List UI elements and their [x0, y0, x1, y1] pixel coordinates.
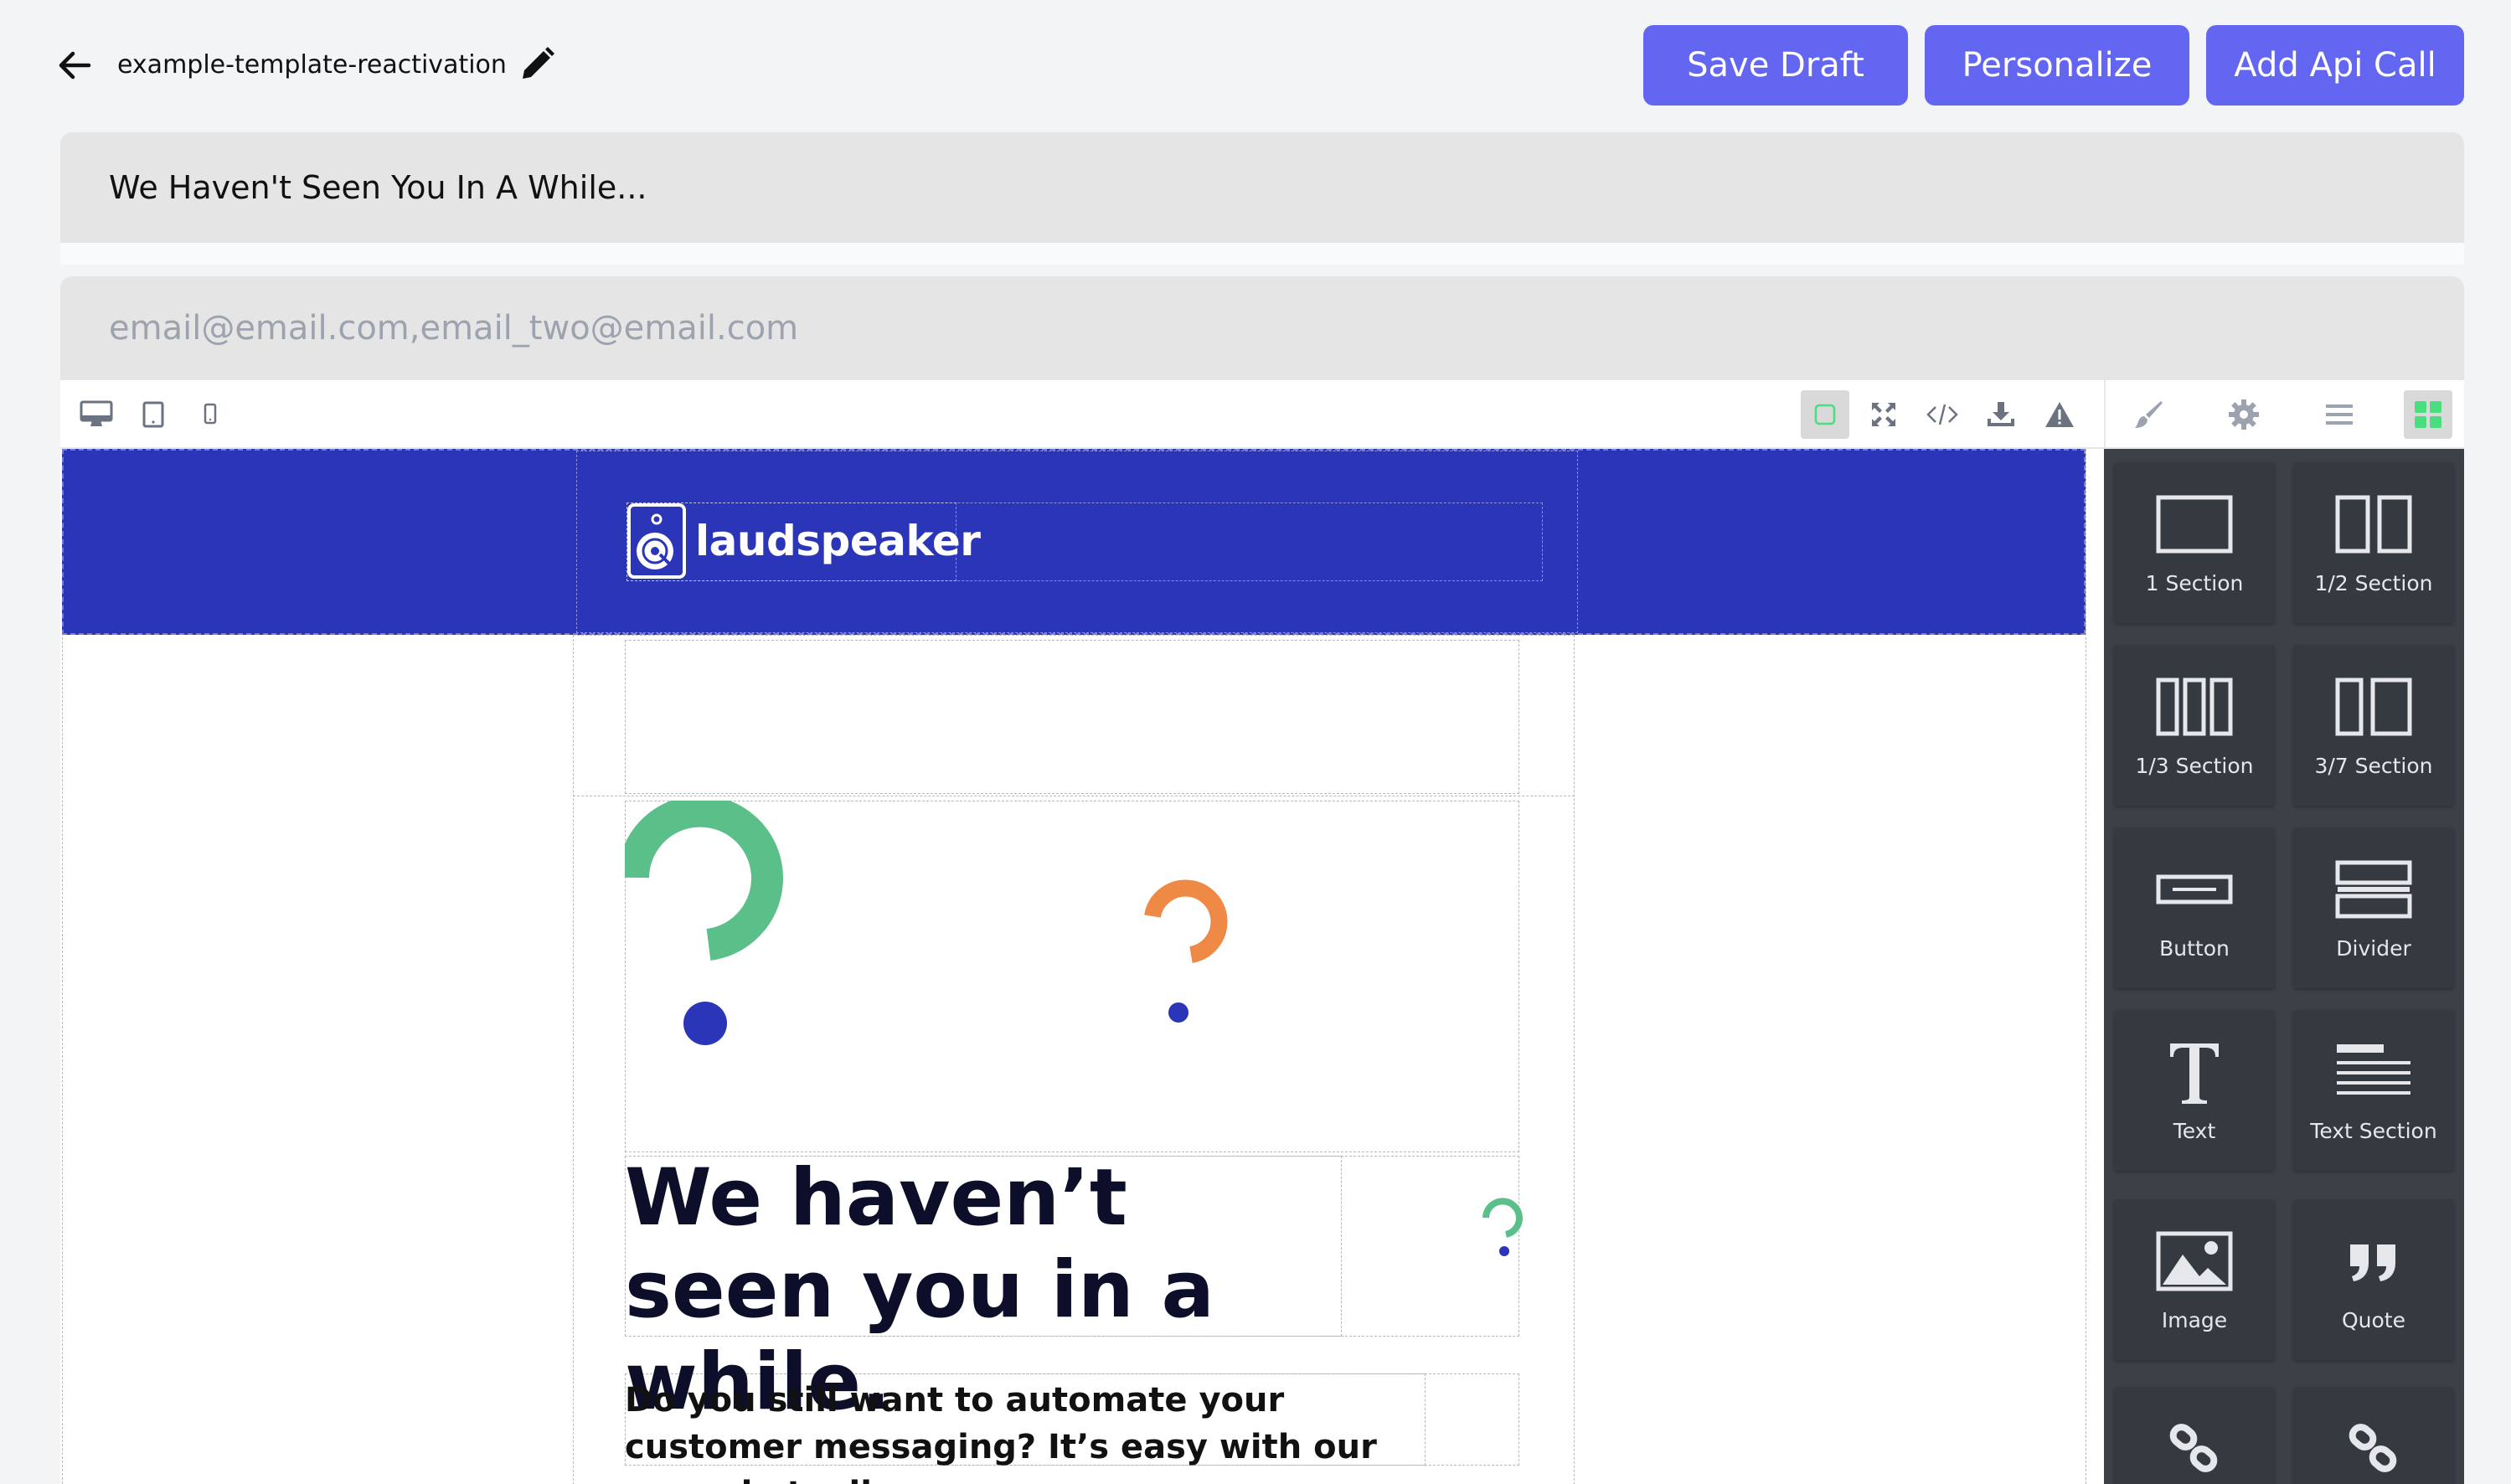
speaker-logo-icon — [627, 503, 686, 579]
block-link-block[interactable] — [2293, 1387, 2454, 1484]
block-divider[interactable]: Divider — [2293, 827, 2454, 988]
fullscreen-icon[interactable] — [1859, 390, 1908, 439]
section-half-icon — [2335, 491, 2412, 558]
back-button[interactable] — [52, 45, 97, 85]
blocks-panel: 1 Section 1/2 Section 1/3 Section 3/7 Se… — [2104, 449, 2464, 1484]
question-mark-illustration — [625, 801, 1228, 1045]
block-label: Divider — [2336, 936, 2411, 961]
section-1-icon — [2156, 491, 2233, 558]
block-quote[interactable]: Quote — [2293, 1199, 2454, 1360]
text-section-icon — [2335, 1038, 2412, 1105]
block-button[interactable]: Button — [2114, 827, 2275, 988]
settings-icon[interactable] — [2220, 390, 2268, 439]
add-api-call-button[interactable]: Add Api Call — [2206, 25, 2464, 106]
style-manager-icon[interactable] — [2124, 390, 2173, 439]
block-3-7-section[interactable]: 3/7 Section — [2293, 645, 2454, 806]
pencil-icon — [523, 47, 554, 79]
block-label: Quote — [2341, 1308, 2405, 1332]
header-banner[interactable]: laudspeaker — [62, 449, 2086, 635]
layers-icon[interactable] — [2315, 390, 2364, 439]
block-link[interactable] — [2114, 1387, 2275, 1484]
block-image[interactable]: Image — [2114, 1199, 2275, 1360]
spacer-outline — [625, 640, 1519, 794]
block-label: 1 Section — [2145, 571, 2244, 595]
editor-toolbar — [60, 380, 2104, 449]
logo[interactable]: laudspeaker — [626, 502, 981, 580]
warning-icon[interactable] — [2035, 390, 2084, 439]
button-block-icon — [2156, 856, 2233, 923]
desktop-icon[interactable] — [72, 390, 121, 439]
email-canvas[interactable]: laudspeaker We haven’t seen you in a whi… — [60, 449, 2087, 1484]
email-body-text[interactable]: Do you still want to automate your custo… — [625, 1377, 1429, 1484]
block-label: Text Section — [2310, 1119, 2437, 1143]
panel-tabs — [2104, 380, 2464, 449]
recipients-input[interactable] — [60, 276, 2464, 380]
text-block-icon — [2165, 1038, 2224, 1105]
import-icon[interactable] — [1977, 390, 2025, 439]
save-draft-button[interactable]: Save Draft — [1643, 25, 1908, 106]
blocks-icon[interactable] — [2404, 390, 2452, 439]
block-label: 3/7 Section — [2314, 754, 2433, 778]
divider-strip — [60, 243, 2464, 265]
block-label: 1/2 Section — [2314, 571, 2433, 595]
code-icon[interactable] — [1918, 390, 1967, 439]
image-block-icon — [2156, 1228, 2233, 1295]
email-editor: 1 Section 1/2 Section 1/3 Section 3/7 Se… — [60, 380, 2464, 1484]
block-1-section[interactable]: 1 Section — [2114, 462, 2275, 623]
tablet-icon[interactable] — [129, 390, 178, 439]
block-half-section[interactable]: 1/2 Section — [2293, 462, 2454, 623]
block-label: 1/3 Section — [2135, 754, 2254, 778]
section-3-7-icon — [2335, 673, 2412, 740]
block-label: Text — [2173, 1119, 2216, 1143]
small-question-mark — [1482, 1198, 1523, 1256]
quote-block-icon — [2347, 1228, 2400, 1295]
link-block-icon — [2347, 1415, 2400, 1482]
template-name: example-template-reactivation — [117, 50, 507, 80]
link-icon — [2168, 1415, 2221, 1482]
block-text[interactable]: Text — [2114, 1010, 2275, 1171]
block-third-section[interactable]: 1/3 Section — [2114, 645, 2275, 806]
divider-block-icon — [2335, 856, 2412, 923]
mobile-icon[interactable] — [186, 390, 235, 439]
section-third-icon — [2156, 673, 2233, 740]
block-label: Button — [2159, 936, 2230, 961]
block-text-section[interactable]: Text Section — [2293, 1010, 2454, 1171]
subject-field[interactable]: We Haven't Seen You In A While... — [60, 132, 2464, 243]
component-outline-icon[interactable] — [1801, 390, 1849, 439]
personalize-button[interactable]: Personalize — [1925, 25, 2189, 106]
logo-text: laudspeaker — [695, 517, 981, 565]
block-label: Image — [2161, 1308, 2228, 1332]
edit-name-button[interactable] — [514, 42, 559, 87]
arrow-left-icon — [59, 51, 91, 80]
